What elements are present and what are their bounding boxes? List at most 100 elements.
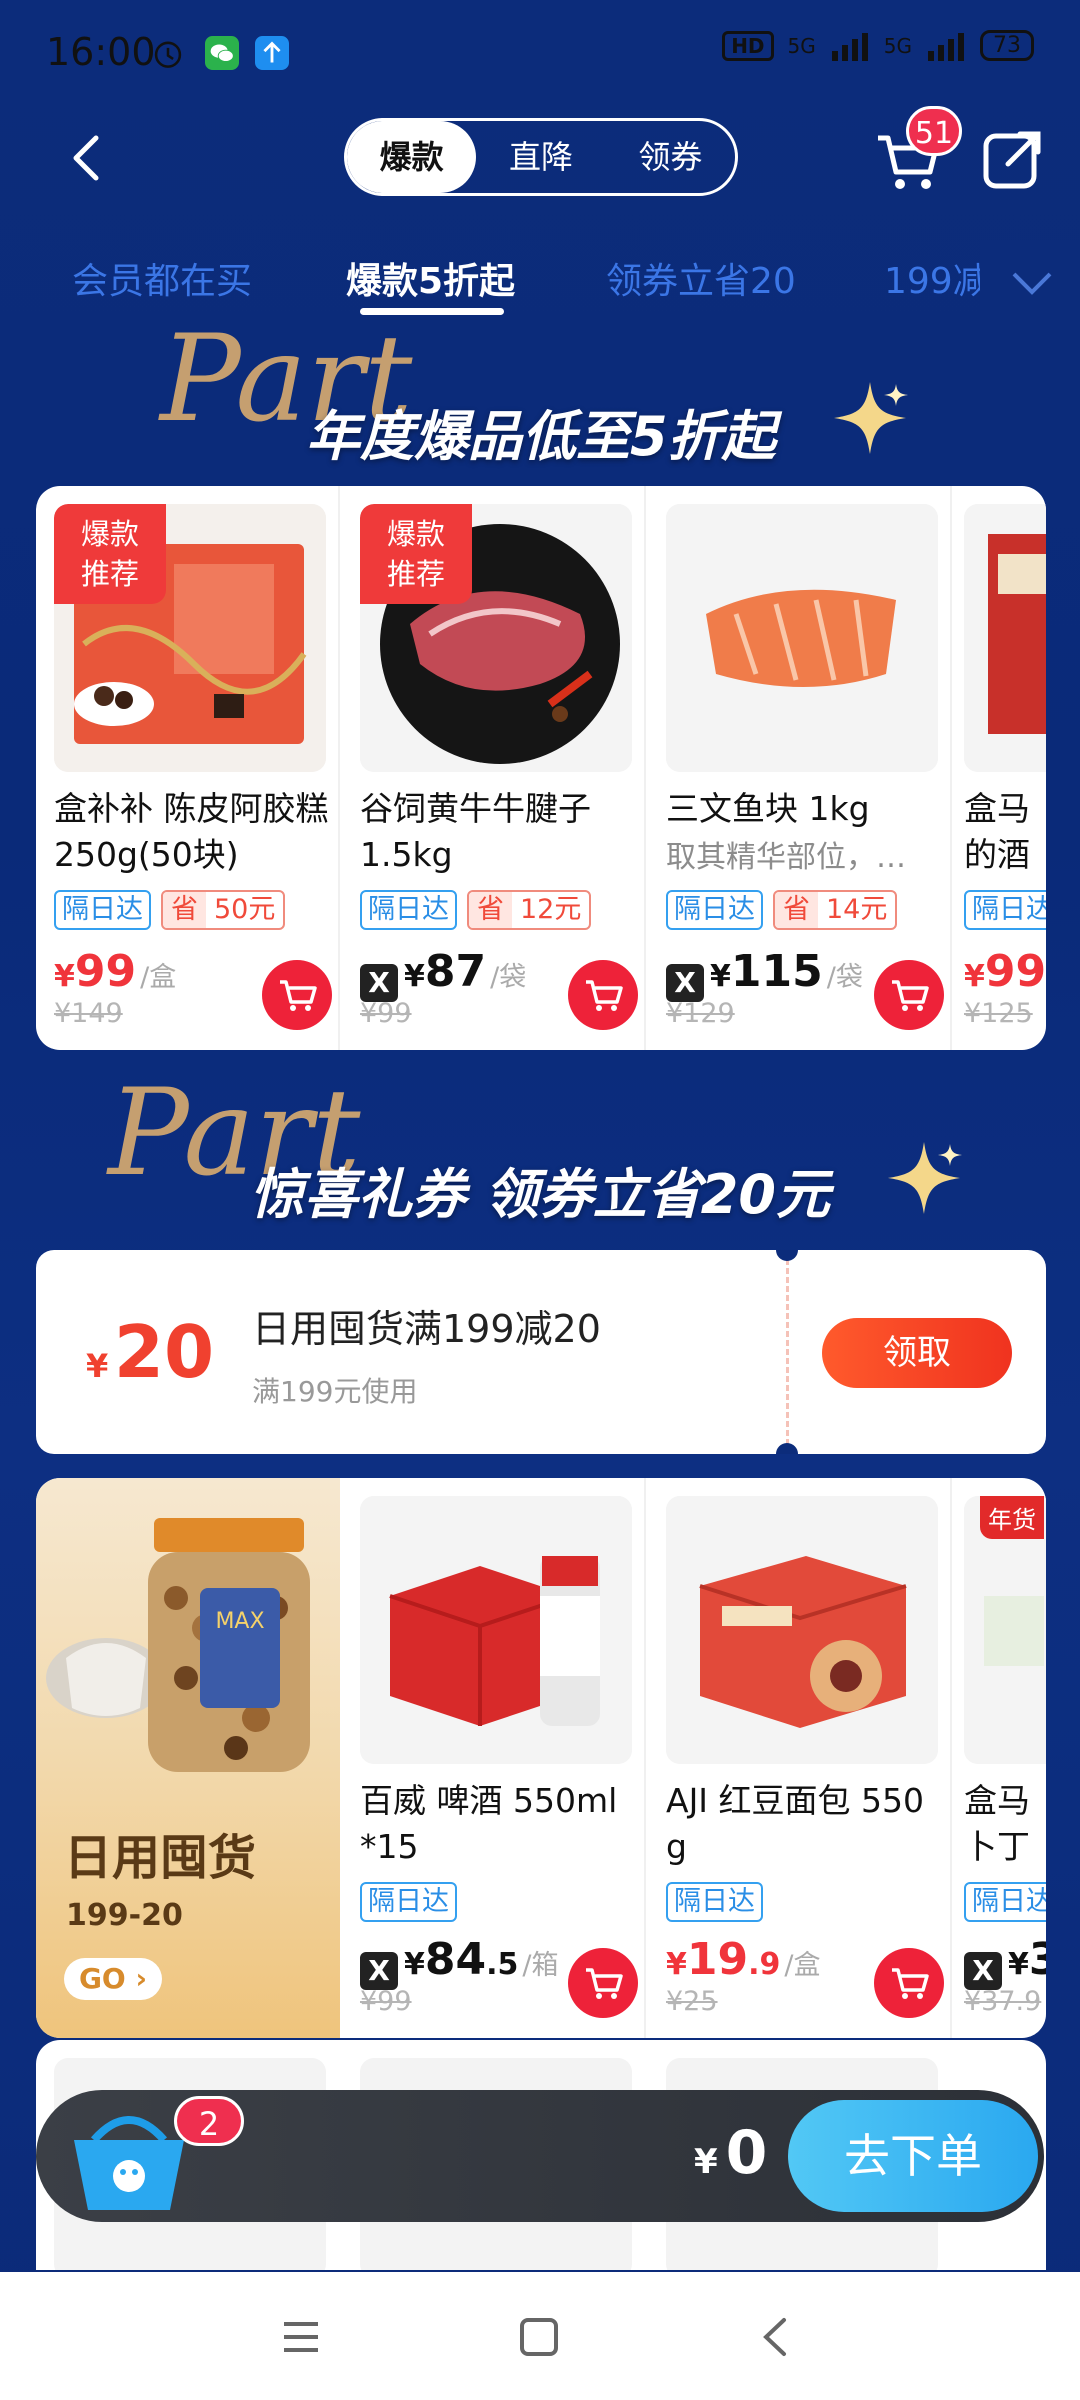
promo-tile[interactable]: MAX 日用囤货 199-20 GO › <box>36 1478 340 2038</box>
section-title-coupon: 惊喜礼券 领券立省20元 <box>250 1163 830 1226</box>
original-price: ¥99 <box>360 1986 412 2017</box>
product-item[interactable]: AJI 红豆面包 550 g 隔日达 ¥19.9/盒 ¥25 <box>648 1478 944 2038</box>
product-item[interactable]: 爆款 推荐 谷饲黄牛牛腱子 1.5kg 隔日达 省 12元 X ¥87/袋 ¥99 <box>342 486 638 1050</box>
save-badge: 省 12元 <box>467 890 592 930</box>
cart-icon <box>892 980 929 1011</box>
coupon-notch-bottom <box>776 1443 798 1454</box>
original-price: ¥125 <box>964 998 1033 1029</box>
product-name: 谷饲黄牛牛腱子 1.5kg <box>360 789 591 874</box>
hd-badge: HD <box>722 30 774 61</box>
chevron-down-icon <box>1012 272 1052 295</box>
coupon-condition: 满199元使用 <box>252 1375 418 1408</box>
sparkle-icon <box>834 382 908 454</box>
status-bar: 16:00 HD 5G 5G 73 <box>0 0 1080 110</box>
next-day-badge: 隔日达 <box>964 1882 1046 1922</box>
tab-199[interactable]: 199减 <box>884 252 989 304</box>
product-item[interactable]: 爆款 推荐 盒补补 陈皮阿胶糕 250g(50块) 隔日达 省 50元 ¥99/盒 … <box>36 486 332 1050</box>
new-year-tag: 年货 <box>980 1496 1044 1539</box>
share-icon[interactable] <box>980 126 1046 192</box>
system-nav-bar <box>0 2272 1080 2400</box>
battery-indicator: 73 <box>980 30 1034 61</box>
coupon-amount: ¥ 20 <box>86 1310 215 1394</box>
back-nav-icon[interactable] <box>752 2312 802 2362</box>
product-image: 爆款 推荐 <box>54 504 326 772</box>
segment-hot[interactable]: 爆款 <box>347 121 477 193</box>
divider <box>644 486 646 1050</box>
next-day-badge: 隔日达 <box>666 890 763 930</box>
basket-count-badge: 2 <box>174 2096 244 2146</box>
product-price: ¥99 <box>964 946 1046 997</box>
next-day-badge: 隔日达 <box>964 890 1046 930</box>
tab-hot[interactable]: 爆款5折起 <box>346 252 515 304</box>
product-image <box>964 504 1046 772</box>
status-time: 16:00 <box>46 30 156 74</box>
product-price: ¥99/盒 <box>54 946 177 997</box>
divider <box>644 1478 646 2038</box>
hot-recommend-tag: 爆款 推荐 <box>360 504 472 604</box>
product-price: X ¥115/袋 <box>666 946 863 1002</box>
product-badges: 隔日达 <box>666 1882 763 1922</box>
add-to-cart-button[interactable] <box>262 960 332 1030</box>
checkout-button[interactable]: 去下单 <box>788 2100 1038 2212</box>
next-day-badge: 隔日达 <box>360 1882 457 1922</box>
segment-coupon[interactable]: 领券 <box>606 121 735 193</box>
tab-member[interactable]: 会员都在买 <box>72 252 252 304</box>
next-day-badge: 隔日达 <box>360 890 457 930</box>
cart-icon <box>586 980 623 1011</box>
cart-total: ¥0 <box>694 2118 768 2188</box>
product-name: 盒马 卜丁 <box>964 1781 1030 1866</box>
product-name: 盒补补 陈皮阿胶糕 250g(50块) <box>54 789 329 874</box>
tabs-expand[interactable] <box>980 240 1080 330</box>
product-badges: 隔日达 <box>360 1882 457 1922</box>
segment-switcher: 爆款 直降 领券 <box>344 118 738 196</box>
next-day-badge: 隔日达 <box>54 890 151 930</box>
promo-subtitle: 199-20 <box>66 1898 183 1933</box>
product-item[interactable]: 百威 啤酒 550ml *15 隔日达 X ¥84.5/箱 ¥99 <box>342 1478 638 2038</box>
home-icon[interactable] <box>514 2312 564 2362</box>
back-button[interactable] <box>58 128 118 188</box>
product-image <box>360 1496 632 1764</box>
product-badges: 隔日达 <box>964 890 1046 930</box>
cart-icon <box>892 1968 929 1999</box>
add-to-cart-button[interactable] <box>568 960 638 1030</box>
original-price: ¥129 <box>666 998 735 1029</box>
product-name: 三文鱼块 1kg <box>666 789 870 828</box>
segment-discount[interactable]: 直降 <box>476 121 605 193</box>
save-badge: 省 14元 <box>773 890 898 930</box>
next-day-badge: 隔日达 <box>666 1882 763 1922</box>
original-price: ¥37.9 <box>964 1986 1042 2017</box>
x-member-icon: X <box>964 1952 1002 1990</box>
product-badges: 隔日达 省 14元 <box>666 890 898 930</box>
product-badges: 隔日达 省 50元 <box>54 890 286 930</box>
wechat-icon <box>205 36 239 70</box>
product-card-row2: MAX 日用囤货 199-20 GO › 百威 啤酒 550ml *15 隔日达… <box>36 1478 1046 2038</box>
claim-coupon-button[interactable]: 领取 <box>822 1318 1012 1388</box>
add-to-cart-button[interactable] <box>874 1948 944 2018</box>
beer-image <box>360 1496 632 1764</box>
product-name: AJI 红豆面包 550 g <box>666 1781 925 1866</box>
signal-icon <box>831 32 868 61</box>
product-desc: 取其精华部位，… <box>666 840 906 875</box>
product-badges: 隔日达 省 12元 <box>360 890 592 930</box>
product-card-row1: 爆款 推荐 盒补补 陈皮阿胶糕 250g(50块) 隔日达 省 50元 ¥99/盒 … <box>36 486 1046 1050</box>
promo-go-button[interactable]: GO › <box>64 1958 162 2000</box>
menu-icon[interactable] <box>276 2312 326 2362</box>
product-image <box>666 1496 938 1764</box>
product-image: 爆款 推荐 <box>360 504 632 772</box>
cart-count-badge: 51 <box>906 106 962 156</box>
nuts-jar-image: MAX <box>46 1518 310 1772</box>
sparkle-icon <box>888 1142 962 1214</box>
section-title-hot: 年度爆品低至5折起 <box>306 405 776 468</box>
add-to-cart-button[interactable] <box>568 1948 638 2018</box>
signal-2: 5G <box>883 33 912 58</box>
divider <box>950 1478 952 2038</box>
add-to-cart-button[interactable] <box>874 960 944 1030</box>
tab-coupon[interactable]: 领券立省20 <box>606 252 796 304</box>
product-item[interactable]: 盒马 的酒 隔日达 ¥99 ¥125 <box>954 486 1046 1050</box>
product-item[interactable]: 年货 盒马 卜丁 隔日达 X ¥3 ¥37.9 <box>954 1478 1046 2038</box>
product-image <box>666 504 938 772</box>
product-name: 百威 啤酒 550ml *15 <box>360 1781 618 1866</box>
divider <box>950 486 952 1050</box>
signal-1: 5G <box>787 33 816 58</box>
product-item[interactable]: 三文鱼块 1kg 取其精华部位，… 隔日达 省 14元 X ¥115/袋 ¥129 <box>648 486 944 1050</box>
